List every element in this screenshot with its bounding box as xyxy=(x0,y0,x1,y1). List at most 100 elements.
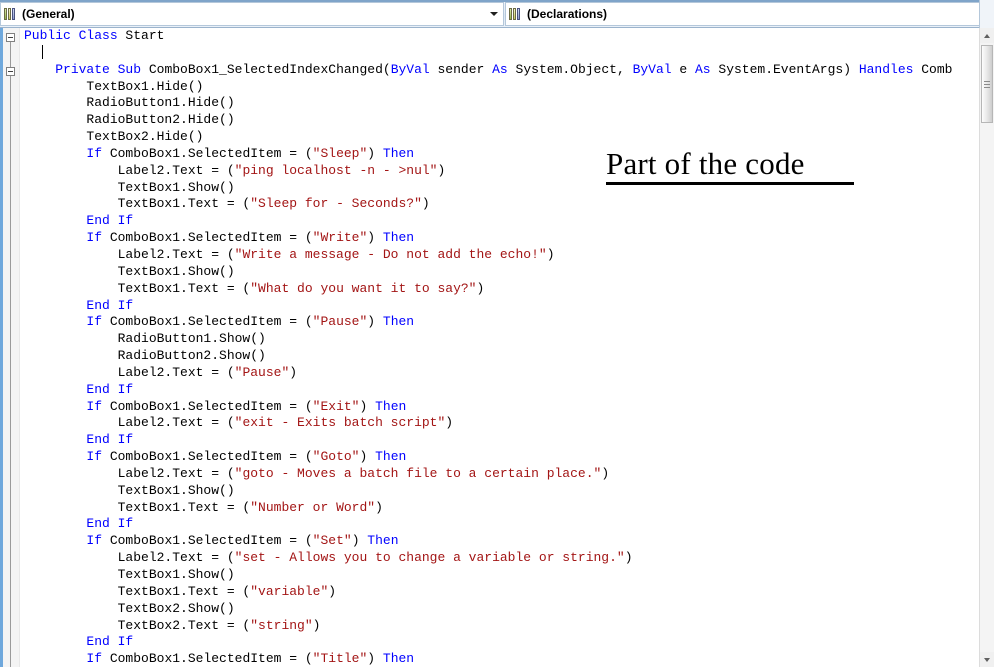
code-line: TextBox2.Text = ("string") xyxy=(24,618,992,635)
code-token: ComboBox1.SelectedItem = ( xyxy=(102,533,313,549)
code-token: "Exit" xyxy=(312,398,360,414)
code-token: Label2.Text = ( xyxy=(24,465,235,481)
code-token: End If xyxy=(86,213,134,229)
code-token: Label2.Text = ( xyxy=(24,550,235,566)
code-token: Public Class xyxy=(24,28,126,43)
code-token: ) xyxy=(359,449,376,465)
code-line: TextBox2.Show() xyxy=(24,601,992,618)
code-token: ) xyxy=(367,230,383,246)
code-token: End If xyxy=(86,634,134,650)
vertical-scrollbar[interactable] xyxy=(979,28,994,667)
code-token: Then xyxy=(382,651,415,667)
code-token: TextBox2.Show() xyxy=(24,600,235,616)
code-token: TextBox1.Hide() xyxy=(24,78,204,94)
code-line: Label2.Text = ("goto - Moves a batch fil… xyxy=(24,466,992,483)
code-token: "What do you want it to say?" xyxy=(250,280,477,296)
code-token: System.Object, xyxy=(507,61,633,77)
code-token: ) xyxy=(421,196,430,212)
code-token: TextBox1.Text = ( xyxy=(24,583,251,599)
code-token: ComboBox1.SelectedItem = ( xyxy=(102,449,313,465)
code-token: "Sleep for - Seconds?" xyxy=(250,196,422,212)
code-text[interactable]: Public Class Start Private Sub ComboBox1… xyxy=(24,28,992,667)
scrollbar-corner xyxy=(979,0,994,28)
code-token: "variable" xyxy=(250,583,329,599)
code-token: End If xyxy=(86,516,134,532)
code-token: "set - Allows you to change a variable o… xyxy=(234,550,625,566)
code-line: RadioButton1.Show() xyxy=(24,331,992,348)
code-token: End If xyxy=(86,297,134,313)
code-token: "Pause" xyxy=(312,314,368,330)
editor-navigation-bar: (General) (Declarations) xyxy=(0,0,994,28)
code-token: "Set" xyxy=(312,533,352,549)
scroll-thumb[interactable] xyxy=(981,45,993,123)
code-token: Then xyxy=(382,145,415,161)
code-token: TextBox1.Text = ( xyxy=(24,280,251,296)
scroll-up-icon[interactable] xyxy=(980,28,994,43)
code-line: If ComboBox1.SelectedItem = ("Title") Th… xyxy=(24,651,992,667)
scroll-down-icon[interactable] xyxy=(980,652,994,667)
code-token: ComboBox1.SelectedItem = ( xyxy=(102,398,313,414)
code-token: Label2.Text = ( xyxy=(24,162,235,178)
annotation-label: Part of the code xyxy=(606,146,805,181)
code-line: TextBox1.Text = ("Sleep for - Seconds?") xyxy=(24,196,992,213)
code-line: Label2.Text = ("Write a message - Do not… xyxy=(24,247,992,264)
code-token: Comb xyxy=(913,61,953,77)
code-line: RadioButton2.Show() xyxy=(24,348,992,365)
outline-rail-class xyxy=(10,42,11,667)
code-line: TextBox1.Text = ("Number or Word") xyxy=(24,500,992,517)
code-token: ) xyxy=(359,398,376,414)
code-token: ) xyxy=(367,314,383,330)
code-token: RadioButton1.Hide() xyxy=(24,95,235,111)
code-line: If ComboBox1.SelectedItem = ("Sleep") Th… xyxy=(24,146,992,163)
code-token: sender xyxy=(429,61,493,77)
member-combo-box[interactable]: (Declarations) xyxy=(505,2,993,26)
code-token: ) xyxy=(289,364,298,380)
code-token: "Number or Word" xyxy=(250,499,376,515)
code-token: ) xyxy=(601,465,610,481)
code-token: ComboBox1_SelectedIndexChanged( xyxy=(148,61,391,77)
code-token: If xyxy=(86,314,103,330)
code-token: If xyxy=(86,449,103,465)
code-line: TextBox1.Text = ("What do you want it to… xyxy=(24,281,992,298)
code-line: End If xyxy=(24,298,992,315)
code-token: TextBox2.Hide() xyxy=(24,129,204,145)
code-line: Label2.Text = ("exit - Exits batch scrip… xyxy=(24,415,992,432)
code-line: If ComboBox1.SelectedItem = ("Pause") Th… xyxy=(24,314,992,331)
code-token: Private Sub xyxy=(55,61,149,77)
code-line: Label2.Text = ("set - Allows you to chan… xyxy=(24,550,992,567)
code-token: System.EventArgs) xyxy=(710,61,859,77)
code-editor-surface[interactable]: Public Class Start Private Sub ComboBox1… xyxy=(0,28,994,667)
code-line: RadioButton2.Hide() xyxy=(24,112,992,129)
collapse-minus-icon[interactable] xyxy=(6,33,15,42)
code-token: "Pause" xyxy=(234,364,290,380)
code-token: ) xyxy=(375,499,383,515)
chevron-down-icon[interactable] xyxy=(485,4,502,24)
code-token: Label2.Text = ( xyxy=(24,415,235,431)
scope-combo-box[interactable]: (General) xyxy=(0,2,504,26)
code-token: TextBox1.Text = ( xyxy=(24,196,251,212)
outlining-gutter[interactable] xyxy=(3,28,20,667)
module-icon xyxy=(4,7,18,21)
code-token: "Write" xyxy=(312,230,368,246)
code-line: TextBox1.Text = ("variable") xyxy=(24,584,992,601)
code-line: TextBox1.Show() xyxy=(24,264,992,281)
code-token: "goto - Moves a batch file to a certain … xyxy=(234,465,602,481)
code-token: If xyxy=(86,398,103,414)
code-token: Then xyxy=(375,398,407,414)
collapse-minus-icon[interactable] xyxy=(6,67,15,76)
code-token: e xyxy=(671,61,695,77)
code-token: TextBox1.Show() xyxy=(24,482,235,498)
code-token: Then xyxy=(375,449,407,465)
code-line: End If xyxy=(24,432,992,449)
